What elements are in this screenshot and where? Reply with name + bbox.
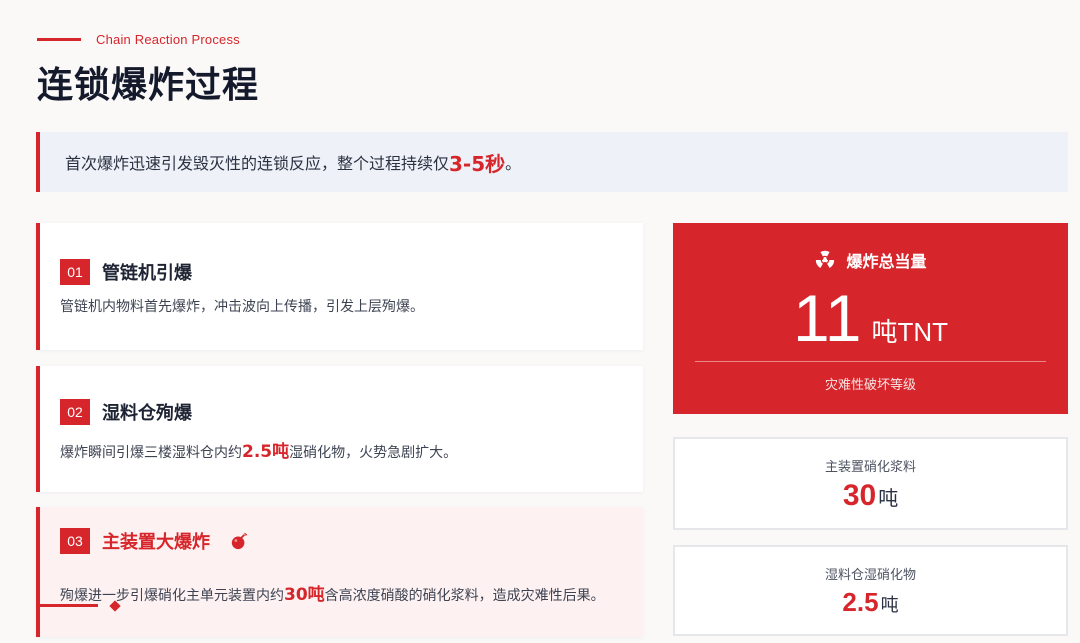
banner-text-before: 首次爆炸迅速引发毁灭性的连锁反应，整个过程持续仅 xyxy=(65,154,450,173)
summary-banner: 首次爆炸迅速引发毁灭性的连锁反应，整个过程持续仅 3-5秒。 xyxy=(36,132,1068,192)
step-title: 湿料仓殉爆 xyxy=(102,403,192,424)
step-card-1: 01 管链机引爆 管链机内物料首先爆炸，冲击波向上传播，引发上层殉爆。 xyxy=(36,223,643,350)
stat-unit: 吨 xyxy=(878,486,899,510)
step-card-2: 02 湿料仓殉爆 爆炸瞬间引爆三楼湿料仓内约2.5吨湿硝化物，火势急剧扩大。 xyxy=(36,366,643,492)
desc-text-after: 含高浓度硝酸的硝化浆料，造成灾难性后果。 xyxy=(324,588,605,604)
step-header: 01 管链机引爆 xyxy=(60,259,192,285)
step-number-badge: 03 xyxy=(60,528,90,554)
step-card-3: 03 主装置大爆炸 殉爆进一步引爆硝化主单元装置内约30吨含高浓度硝酸的硝化浆料… xyxy=(36,507,643,637)
step-description: 殉爆进一步引爆硝化主单元装置内约30吨含高浓度硝酸的硝化浆料，造成灾难性后果。 xyxy=(60,580,605,605)
desc-highlight: 30吨 xyxy=(284,585,325,605)
total-unit: 吨TNT xyxy=(871,317,949,347)
stat-unit: 吨 xyxy=(880,595,899,616)
section-eyebrow: Chain Reaction Process xyxy=(37,32,240,47)
step-header: 03 主装置大爆炸 xyxy=(60,528,248,554)
total-label: 爆炸总当量 xyxy=(846,252,927,271)
decorative-line xyxy=(40,604,98,607)
eyebrow-text: Chain Reaction Process xyxy=(96,32,240,47)
page-title: 连锁爆炸过程 xyxy=(37,65,260,106)
total-yield-card: 爆炸总当量 11 吨TNT 灾难性破坏等级 xyxy=(673,223,1068,414)
step-number-badge: 01 xyxy=(60,259,90,285)
desc-text-after: 湿硝化物，火势急剧扩大。 xyxy=(289,445,458,461)
stat-label: 主装置硝化浆料 xyxy=(824,460,916,475)
total-note: 灾难性破坏等级 xyxy=(824,378,916,393)
stat-number: 2.5 xyxy=(842,587,879,617)
step-header: 02 湿料仓殉爆 xyxy=(60,399,192,425)
eyebrow-accent-line xyxy=(37,38,81,41)
banner-highlight: 3-5秒 xyxy=(449,151,506,176)
stat-card-slurry: 主装置硝化浆料 30 吨 xyxy=(673,437,1068,530)
total-value: 11 吨TNT xyxy=(673,281,1068,355)
stat-label: 湿料仓湿硝化物 xyxy=(824,568,916,583)
stat-number: 30 xyxy=(842,479,877,512)
stat-value: 2.5 吨 xyxy=(675,587,1066,618)
stat-value: 30 吨 xyxy=(675,479,1066,513)
desc-highlight: 2.5吨 xyxy=(242,442,290,462)
step-number-badge: 02 xyxy=(60,399,90,425)
total-header: 爆炸总当量 xyxy=(673,248,1068,272)
radiation-icon xyxy=(816,250,835,268)
step-description: 管链机内物料首先爆炸，冲击波向上传播，引发上层殉爆。 xyxy=(60,299,424,315)
stat-card-wet-nitrate: 湿料仓湿硝化物 2.5 吨 xyxy=(673,545,1068,636)
divider xyxy=(695,361,1046,362)
step-title: 主装置大爆炸 xyxy=(102,532,210,553)
bomb-icon xyxy=(231,532,248,550)
total-number: 11 xyxy=(792,281,862,355)
step-description: 爆炸瞬间引爆三楼湿料仓内约2.5吨湿硝化物，火势急剧扩大。 xyxy=(60,437,457,462)
desc-text-before: 爆炸瞬间引爆三楼湿料仓内约 xyxy=(60,445,242,461)
desc-text-before: 殉爆进一步引爆硝化主单元装置内约 xyxy=(60,588,284,604)
banner-text-after: 。 xyxy=(505,154,522,173)
step-title: 管链机引爆 xyxy=(102,263,192,284)
